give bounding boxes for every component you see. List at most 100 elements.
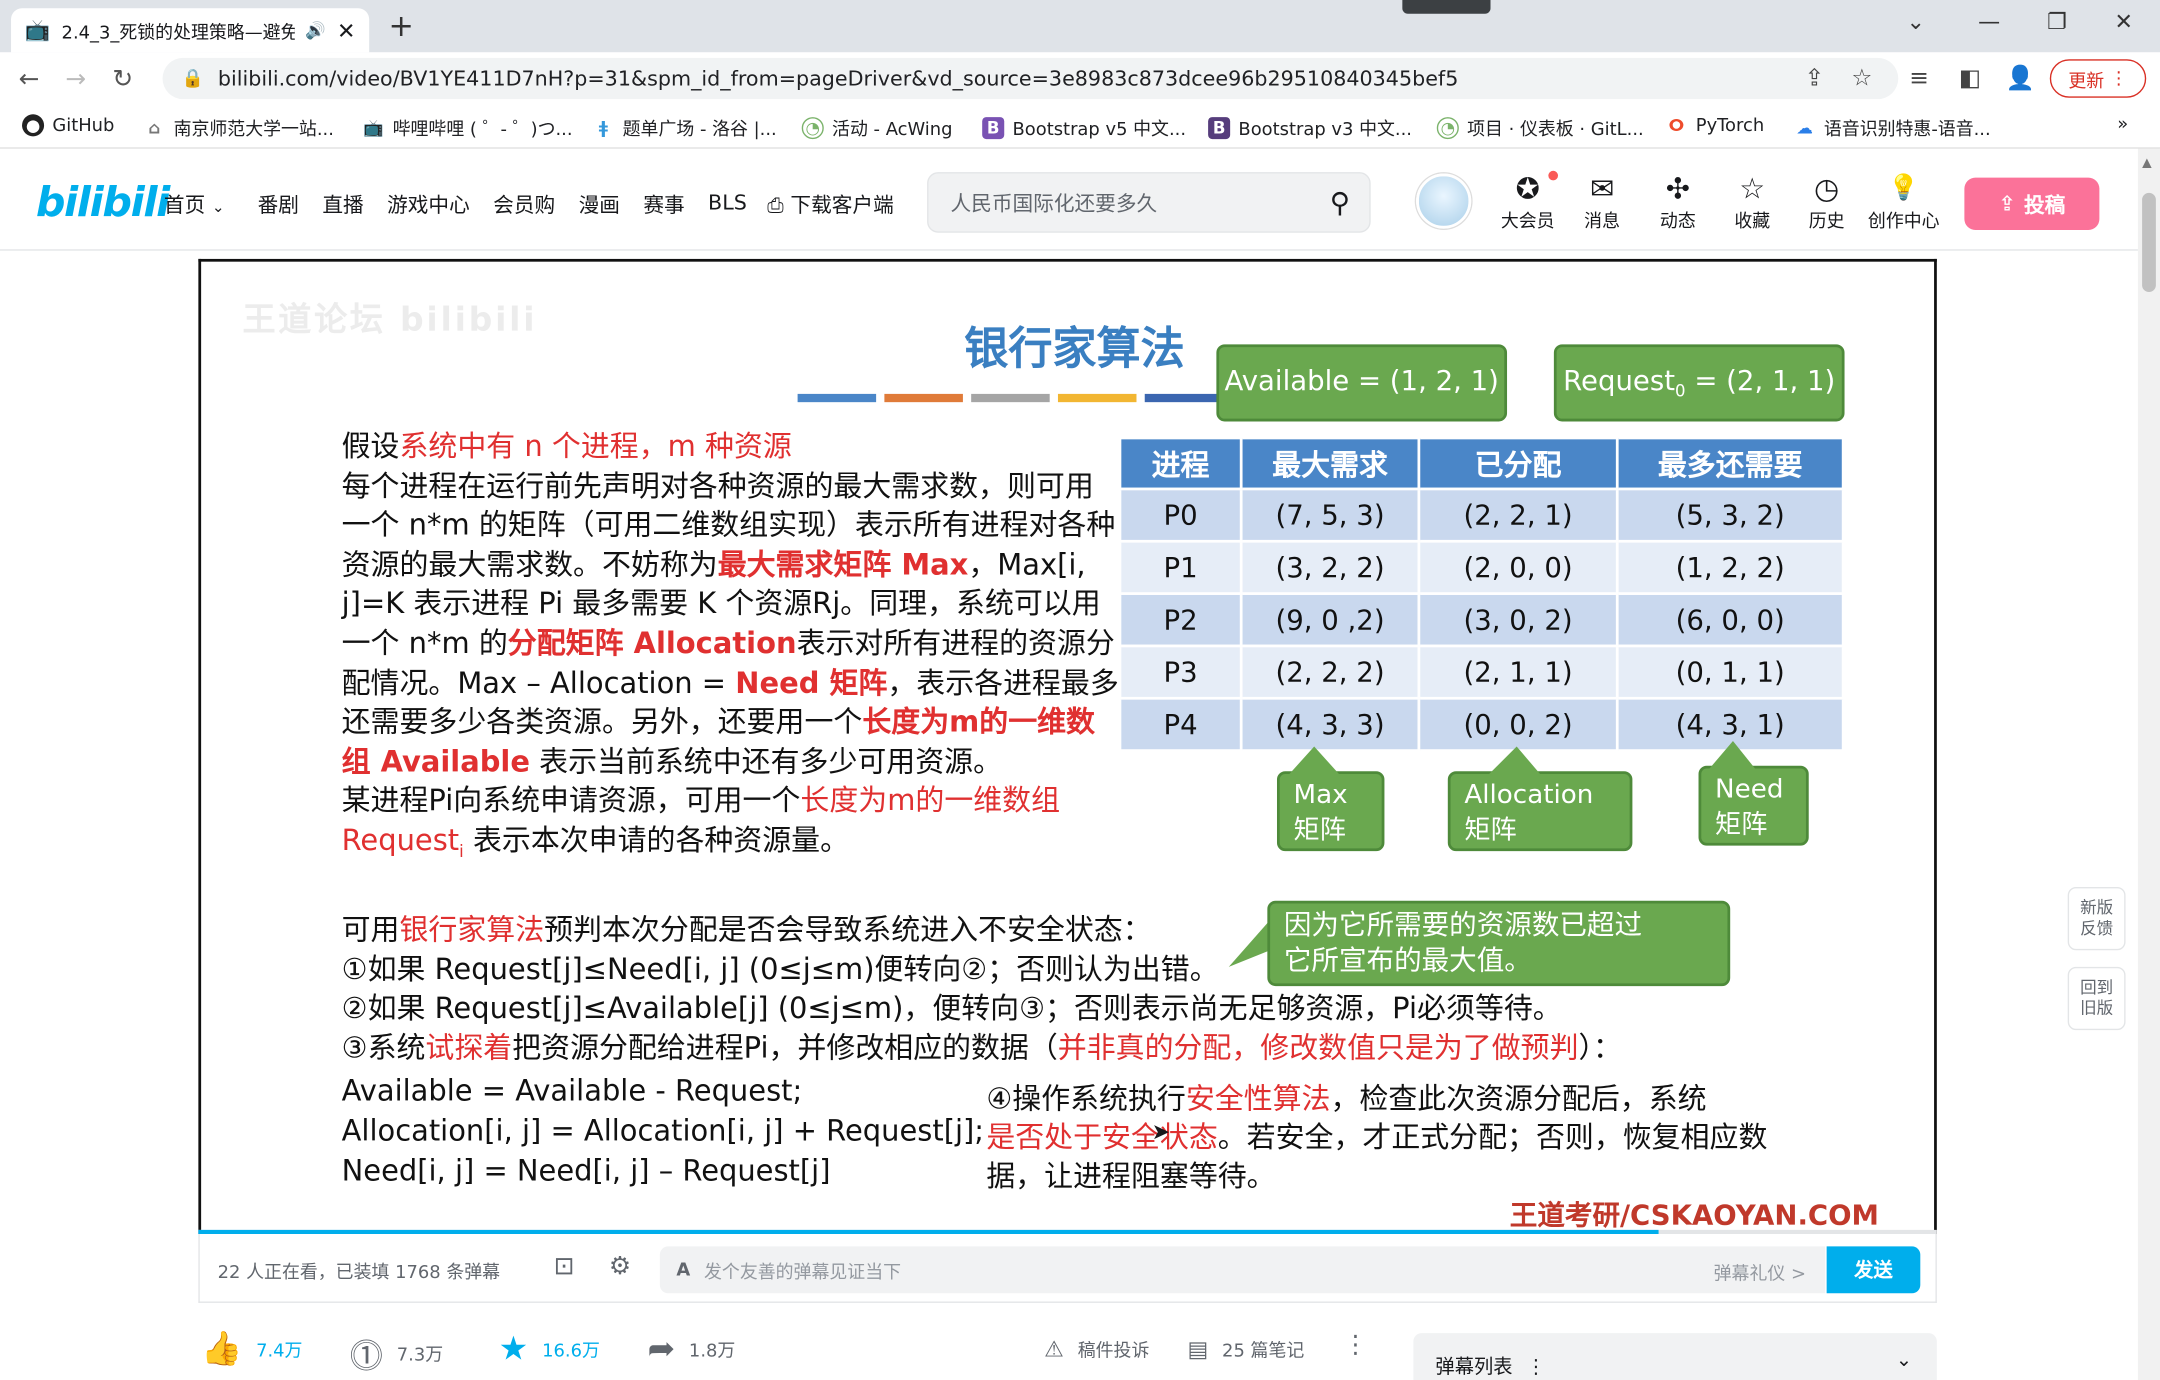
bookmark-label: Bootstrap v5 中文... (1012, 119, 1187, 141)
restore-icon[interactable]: ❐ (2047, 8, 2067, 34)
danmaku-toggle-icon[interactable]: ⊡ (554, 1252, 575, 1281)
bookmark-gitlab[interactable]: ◔ 项目 · 仪表板 · GitL... (1436, 114, 1644, 140)
notes-label: 25 篇笔记 (1222, 1341, 1305, 1363)
lock-icon[interactable]: 🔒 (182, 68, 204, 89)
nav-bls[interactable]: BLS (708, 190, 747, 215)
share-icon[interactable]: ⇪ (1805, 65, 1825, 93)
equation-line: Need[i, j] = Need[i, j] – Request[j] (341, 1154, 831, 1188)
more-actions-icon[interactable]: ⋮ (1343, 1330, 1368, 1359)
browser-tab[interactable]: 📺 2.4_3_死锁的处理策略—避免 🔊 ✕ (11, 8, 370, 53)
nav-live[interactable]: 直播 (322, 190, 363, 219)
scroll-up-icon[interactable]: ▲ (2142, 157, 2152, 171)
step-line: ①如果 Request[j]≤Need[i, j] (0≤j≤m)便转向②；否则… (341, 952, 1219, 986)
step-text: ）： (1578, 1030, 1622, 1064)
bookmark-acwing[interactable]: ◔ 活动 - AcWing (801, 114, 953, 140)
url-text: bilibili.com/video/BV1YE411D7nH?p=31&spm… (217, 66, 1459, 91)
nav-shop[interactable]: 会员购 (493, 190, 555, 219)
bookmark-label: 题单广场 - 洛谷 |... (622, 119, 777, 141)
window-handle (1402, 0, 1491, 14)
danmaku-etiquette-link[interactable]: 弹幕礼仪 > (1714, 1259, 1806, 1285)
page-scrollbar[interactable]: ▲ (2137, 148, 2160, 1380)
bookmarks-more-icon[interactable]: » (2117, 114, 2128, 135)
favorites-button[interactable]: ☆ 收藏 (1722, 171, 1783, 233)
chevron-down-icon: ⌄ (211, 198, 225, 217)
side-label: 反馈 (2080, 918, 2114, 938)
bookmark-github[interactable]: ● GitHub (22, 114, 115, 137)
close-tab-icon[interactable]: ✕ (337, 17, 355, 43)
speaker-icon[interactable]: 🔊 (305, 21, 326, 40)
coin-button[interactable]: ⓵ 7.3万 (350, 1329, 443, 1377)
danmaku-settings-icon[interactable]: ⚙ (609, 1252, 631, 1281)
report-button[interactable]: ⚠ 稿件投诉 (1044, 1336, 1149, 1362)
bookmark-pytorch[interactable]: ⵔ PyTorch (1665, 114, 1765, 136)
back-to-old-button[interactable]: 回到 旧版 (2067, 966, 2126, 1031)
search-icon[interactable]: ⚲ (1330, 186, 1350, 219)
share-arrow-icon: ➦ (647, 1329, 676, 1368)
bilibili-icon: 📺 (363, 117, 384, 138)
favorites-label: 收藏 (1734, 212, 1771, 233)
back-icon[interactable]: ← (11, 64, 47, 93)
new-tab-button[interactable]: + (388, 10, 413, 44)
forward-icon[interactable]: → (58, 64, 94, 93)
favorite-button[interactable]: ★ 16.6万 (499, 1329, 600, 1368)
bookmark-speech[interactable]: ☁ 语音识别特惠-语音... (1794, 114, 1990, 141)
step-highlight: 银行家算法 (399, 913, 545, 947)
new-feedback-button[interactable]: 新版 反馈 (2067, 886, 2126, 951)
danmaku-input[interactable]: A 发个友善的弹幕见证当下 弹幕礼仪 > (659, 1246, 1826, 1294)
share-button[interactable]: ➦ 1.8万 (647, 1329, 735, 1368)
bookmark-bootstrap5[interactable]: B Bootstrap v5 中文... (982, 114, 1186, 140)
danmaku-list-panel[interactable]: 弹幕列表 ⋮ ⌄ (1413, 1333, 1937, 1380)
acwing-icon: ◔ (801, 116, 824, 139)
sidepanel-icon[interactable]: ◧ (1959, 65, 1981, 93)
vip-button[interactable]: ✪ 大会员 (1497, 171, 1558, 233)
star-icon[interactable]: ☆ (1851, 65, 1872, 93)
coin-icon: ⓵ (349, 1337, 383, 1376)
nav-download[interactable]: ⎙ 下载客户端 (767, 190, 893, 219)
send-button[interactable]: 发送 (1826, 1246, 1921, 1294)
bookmark-njnu[interactable]: ⌂ 南京师范大学一站... (143, 114, 334, 141)
close-window-icon[interactable]: ✕ (2115, 8, 2133, 34)
bookmark-luogu[interactable]: ǂ 题单广场 - 洛谷 |... (592, 114, 777, 141)
font-style-icon[interactable]: A (676, 1259, 690, 1280)
nav-match[interactable]: 赛事 (643, 190, 684, 219)
equation-line: Available = Available - Request; (341, 1074, 803, 1108)
bookmark-bilibili[interactable]: 📺 哔哩哔哩 ( ゜- ゜)つ... (362, 114, 573, 141)
nav-bangumi[interactable]: 番剧 (258, 190, 299, 219)
bookmark-label: GitHub (52, 115, 115, 136)
bookmark-label: PyTorch (1695, 115, 1765, 136)
dynamic-button[interactable]: ✣ 动态 (1648, 171, 1709, 233)
bootstrap-icon: B (982, 116, 1005, 139)
like-button[interactable]: 👍 7.4万 (201, 1329, 302, 1368)
upload-button[interactable]: ⇪ 投稿 (1964, 177, 2100, 231)
video-player[interactable]: 王道论坛 bilibili 银行家算法 Available = (1, 2, 1… (198, 258, 1937, 1235)
mouse-cursor-icon: ➤ (1151, 1118, 1171, 1145)
minimize-icon[interactable]: — (1978, 8, 2000, 34)
share-count: 1.8万 (688, 1340, 736, 1362)
star-icon: ★ (498, 1329, 529, 1368)
tab-search-icon[interactable]: ⌄ (1907, 8, 1925, 34)
menu-dots-icon[interactable]: ⋮ (1526, 1357, 1545, 1379)
step-text: 预判本次分配是否会导致系统进入不安全状态： (544, 913, 1152, 947)
scrollbar-thumb[interactable] (2142, 192, 2156, 292)
notes-button[interactable]: ▤ 25 篇笔记 (1187, 1336, 1304, 1362)
media-icon[interactable]: ≡ (1909, 65, 1929, 93)
chevron-down-icon[interactable]: ⌄ (1896, 1350, 1912, 1372)
step-line: ③系统试探着把资源分配给进程Pi，并修改相应的数据（并非真的分配，修改数值只是为… (342, 1028, 1857, 1067)
search-input[interactable]: 人民币国际化还要多久 ⚲ (927, 172, 1371, 233)
reload-icon[interactable]: ↻ (105, 64, 141, 93)
avatar[interactable] (1416, 173, 1472, 229)
url-field[interactable]: 🔒 bilibili.com/video/BV1YE411D7nH?p=31&s… (162, 57, 1899, 100)
nav-home[interactable]: 首页 ⌄ (164, 190, 225, 219)
bookmarks-bar: ● GitHub ⌂ 南京师范大学一站... 📺 哔哩哔哩 ( ゜- ゜)つ... ǂ… (0, 104, 2160, 149)
history-button[interactable]: ◷ 历史 (1796, 171, 1857, 233)
nav-game[interactable]: 游戏中心 (387, 190, 470, 219)
step-text: 可用 (341, 913, 400, 947)
nav-manga[interactable]: 漫画 (579, 190, 620, 219)
profile-icon[interactable]: 👤 (2006, 65, 2035, 93)
message-button[interactable]: ✉ 消息 (1572, 171, 1633, 233)
creator-center-button[interactable]: 💡 创作中心 (1865, 171, 1942, 233)
bookmark-bootstrap3[interactable]: B Bootstrap v3 中文... (1208, 114, 1412, 140)
update-button[interactable]: 更新 ⋮ (2049, 59, 2147, 98)
address-bar: ← → ↻ 🔒 bilibili.com/video/BV1YE411D7nH?… (0, 52, 2160, 105)
bilibili-logo[interactable]: bilibili (36, 179, 171, 227)
